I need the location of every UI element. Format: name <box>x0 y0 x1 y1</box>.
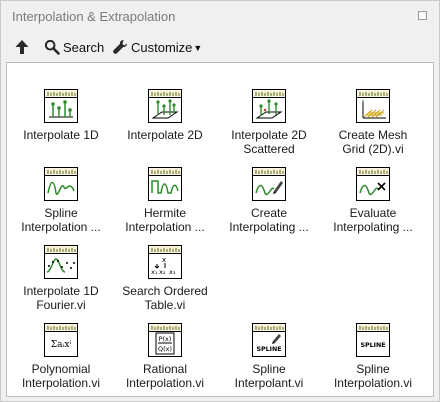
palette-item-label: Search Ordered Table.vi <box>122 284 208 312</box>
spline-interpolant-icon: SPLINE <box>216 323 322 357</box>
palette-item-label: Hermite Interpolation ... <box>125 206 205 234</box>
palette-item-label: Evaluate Interpolating ... <box>333 206 413 234</box>
search-icon <box>44 39 60 55</box>
svg-text:P(x): P(x) <box>159 335 172 343</box>
interpolate-2d-scattered-icon <box>216 89 322 123</box>
palette-item[interactable]: SPLINE Spline Interpolant.vi <box>216 323 322 390</box>
up-button[interactable] <box>14 34 30 60</box>
palette-item[interactable]: Hermite Interpolation ... <box>112 167 218 234</box>
palette-item-label: Interpolate 2D Scattered <box>231 128 307 156</box>
interpolate-2d-icon <box>112 89 218 123</box>
create-interpolating-icon <box>216 167 322 201</box>
svg-text:SPLINE: SPLINE <box>256 346 281 353</box>
up-arrow-icon <box>15 40 29 54</box>
wrench-icon <box>113 40 127 54</box>
palette-item[interactable]: Interpolate 1D <box>8 89 114 143</box>
svg-text:Q(x): Q(x) <box>158 345 172 353</box>
svg-text:x₂: x₂ <box>159 268 166 276</box>
window-title: Interpolation & Extrapolation <box>12 9 176 24</box>
palette-item-label: Rational Interpolation.vi <box>125 362 205 390</box>
palette-item-label: Spline Interpolation.vi <box>333 362 413 390</box>
search-table-icon: x₁ x₂ x₃ x <box>112 245 218 279</box>
palette-item[interactable]: Interpolate 2D Scattered <box>216 89 322 156</box>
spline-interpolation-vi-icon: SPLINE <box>320 323 426 357</box>
close-button[interactable] <box>418 11 427 20</box>
svg-text:x₃: x₃ <box>169 268 176 276</box>
search-button[interactable]: Search <box>44 34 104 60</box>
palette-window: Interpolation & Extrapolation Search Cus… <box>0 0 440 402</box>
palette-item[interactable]: Interpolate 2D <box>112 89 218 143</box>
palette-item-label: Spline Interpolation ... <box>21 206 101 234</box>
toolbar: Search Customize ▼ <box>1 34 439 60</box>
palette-item-label: Interpolate 1D <box>23 128 99 142</box>
hermite-interpolation-icon <box>112 167 218 201</box>
palette-item-label: Interpolate 2D <box>127 128 203 142</box>
svg-text:x₁: x₁ <box>151 268 158 276</box>
svg-text:Σaᵢxⁱ: Σaᵢxⁱ <box>51 340 72 350</box>
palette-item[interactable]: x₁ x₂ x₃ x Search Ordered Table.vi <box>112 245 218 312</box>
customize-label: Customize <box>131 39 193 55</box>
title-bar[interactable]: Interpolation & Extrapolation <box>1 1 439 31</box>
palette-item-label: Interpolate 1D Fourier.vi <box>23 284 99 312</box>
palette-item[interactable]: P(x) Q(x) Rational Interpolation.vi <box>112 323 218 390</box>
mesh-grid-icon <box>320 89 426 123</box>
customize-button[interactable]: Customize ▼ <box>112 34 202 60</box>
chevron-down-icon: ▼ <box>193 42 203 53</box>
interpolate-1d-icon <box>8 89 114 123</box>
palette-item-label: Polynomial Interpolation.vi <box>21 362 101 390</box>
search-label: Search <box>63 39 105 55</box>
polynomial-icon: Σaᵢxⁱ <box>8 323 114 357</box>
palette-item[interactable]: Create Mesh Grid (2D).vi <box>320 89 426 156</box>
palette-item[interactable]: Interpolate 1D Fourier.vi <box>8 245 114 312</box>
palette-item-label: Spline Interpolant.vi <box>234 362 304 390</box>
palette-item-label: Create Interpolating ... <box>229 206 309 234</box>
palette-item[interactable]: Create Interpolating ... <box>216 167 322 234</box>
evaluate-interpolating-icon <box>320 167 426 201</box>
svg-text:x: x <box>162 256 166 264</box>
palette-panel: Interpolate 1D Interpolate 2D Interpolat… <box>6 62 434 397</box>
svg-text:SPLINE: SPLINE <box>360 342 385 349</box>
rational-icon: P(x) Q(x) <box>112 323 218 357</box>
spline-interpolation-icon <box>8 167 114 201</box>
palette-item[interactable]: SPLINE Spline Interpolation.vi <box>320 323 426 390</box>
fourier-icon <box>8 245 114 279</box>
palette-item-label: Create Mesh Grid (2D).vi <box>338 128 408 156</box>
palette-item[interactable]: Spline Interpolation ... <box>8 167 114 234</box>
palette-item[interactable]: Σaᵢxⁱ Polynomial Interpolation.vi <box>8 323 114 390</box>
palette-item[interactable]: Evaluate Interpolating ... <box>320 167 426 234</box>
